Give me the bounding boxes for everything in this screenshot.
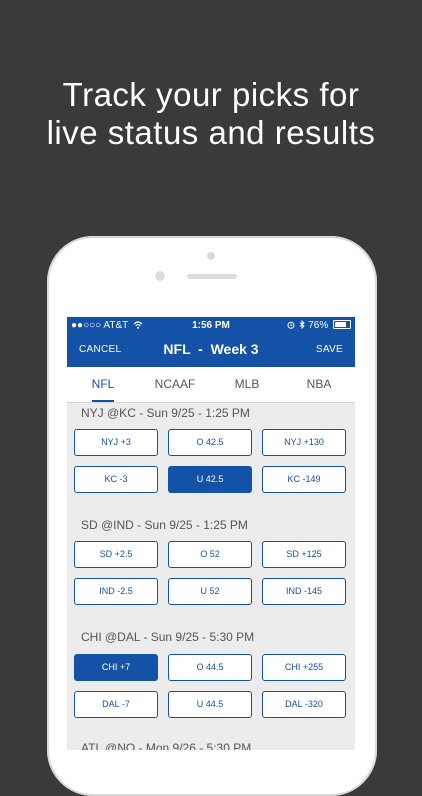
pick-button[interactable]: SD +2.5 [74,541,158,568]
game-header: NYJ @KC - Sun 9/25 - 1:25 PM [81,406,250,420]
tab-ncaaf[interactable]: NCAAF [139,367,211,402]
tab-ncaaf-label: NCAAF [154,377,196,391]
pick-button[interactable]: O 44.5 [168,654,252,681]
tab-nba[interactable]: NBA [283,367,355,402]
pick-button[interactable]: KC -149 [262,466,346,493]
earpiece-speaker [187,274,237,279]
alarm-icon [287,321,295,329]
pick-button[interactable]: IND -2.5 [74,578,158,605]
battery-percent: 76% [308,320,329,331]
headline-line-2: live status and results [46,114,376,151]
app-screen: ●●○○○ AT&T 1:56 PM 76% CANCEL NFL - Week… [67,317,355,750]
pick-button[interactable]: U 52 [168,578,252,605]
save-button[interactable]: SAVE [316,344,343,355]
pick-button[interactable]: DAL -7 [74,691,158,718]
pick-button[interactable]: O 42.5 [168,429,252,456]
sport-tabs: NFL NCAAF MLB NBA [67,367,355,403]
game-header: ATL @NO - Mon 9/26 - 5:30 PM [81,741,252,750]
tab-nba-label: NBA [306,377,332,391]
active-tab-indicator [92,400,114,402]
pick-button[interactable]: U 44.5 [168,691,252,718]
page-title: NFL - Week 3 [163,341,259,357]
pick-button[interactable]: IND -145 [262,578,346,605]
status-right: 76% [287,319,351,331]
headline: Track your picks for live status and res… [0,76,422,152]
pick-button[interactable]: DAL -320 [262,691,346,718]
tab-mlb[interactable]: MLB [211,367,283,402]
pick-button[interactable]: KC -3 [74,466,158,493]
pick-button-selected[interactable]: CHI +7 [74,654,158,681]
status-bar: ●●○○○ AT&T 1:56 PM 76% [67,317,355,335]
tab-nfl[interactable]: NFL [67,367,139,402]
front-camera [207,252,215,260]
pick-button[interactable]: SD +125 [262,541,346,568]
pick-button-selected[interactable]: U 42.5 [168,466,252,493]
headline-line-1: Track your picks for [62,76,360,113]
tab-mlb-label: MLB [234,377,260,391]
bluetooth-icon [300,319,306,330]
pick-button[interactable]: NYJ +130 [262,429,346,456]
pick-button[interactable]: CHI +255 [262,654,346,681]
top-bar: ●●○○○ AT&T 1:56 PM 76% CANCEL NFL - Week… [67,317,355,367]
game-header: SD @IND - Sun 9/25 - 1:25 PM [81,518,248,532]
pick-button[interactable]: NYJ +3 [74,429,158,456]
battery-icon [333,320,351,329]
pick-button[interactable]: O 52 [168,541,252,568]
proximity-sensor [155,271,165,281]
tab-nfl-label: NFL [91,377,115,391]
game-header: CHI @DAL - Sun 9/25 - 5:30 PM [81,630,255,644]
